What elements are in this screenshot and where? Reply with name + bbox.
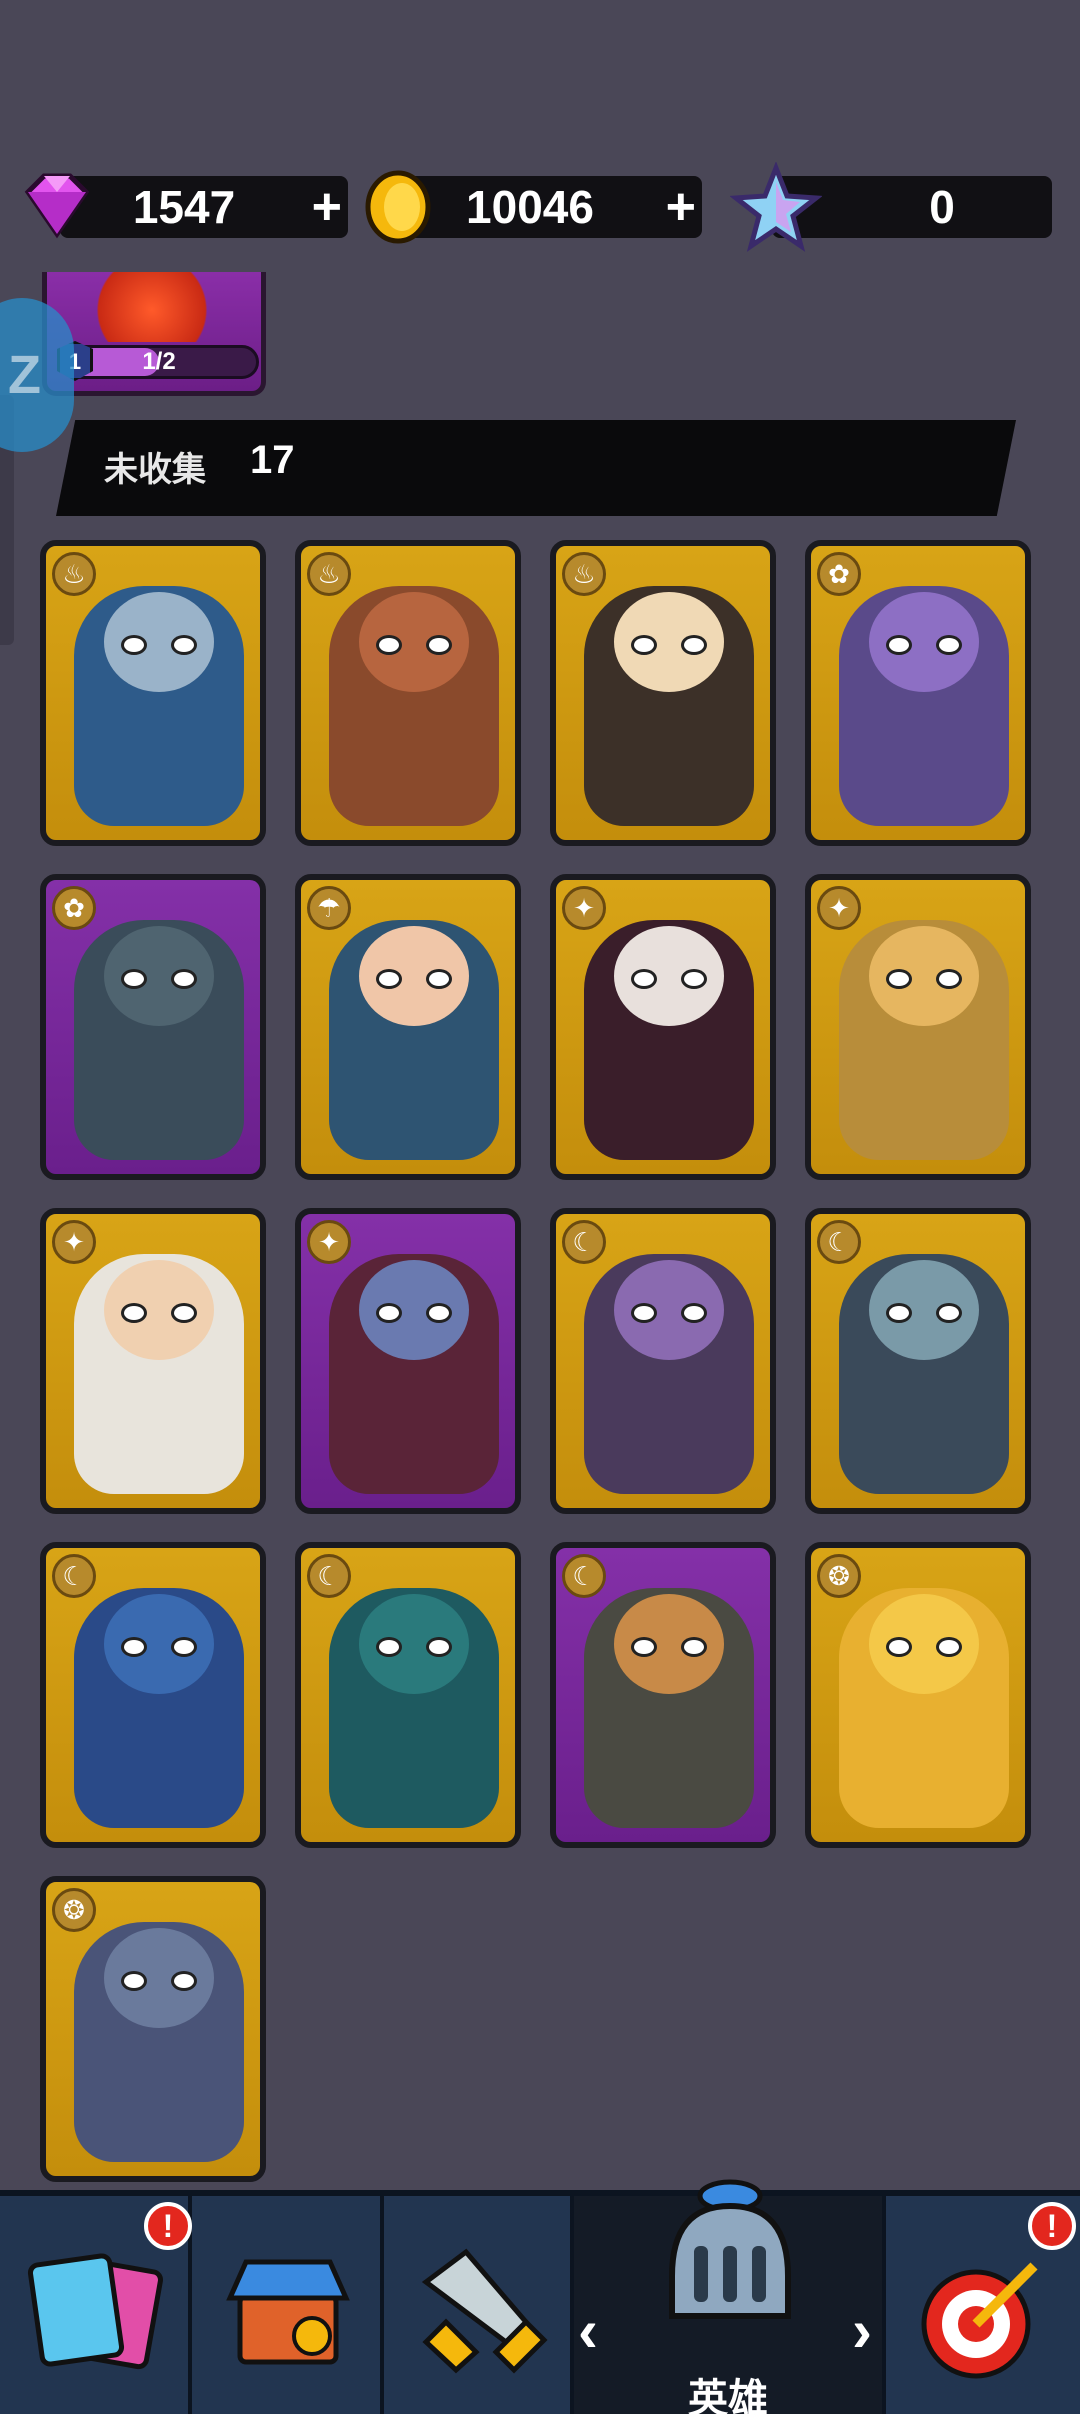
hero-eyes xyxy=(889,638,959,652)
hero-eyes xyxy=(379,1640,449,1654)
gem-counter: 1547 + xyxy=(60,176,348,238)
hero-eyes xyxy=(634,972,704,986)
hero-cthulhu-card[interactable]: ☾ xyxy=(40,1542,266,1848)
hero-minotaur-card[interactable]: ♨ xyxy=(295,540,521,846)
fire-class-icon: ♨ xyxy=(562,552,606,596)
notification-badge: ! xyxy=(1028,2202,1076,2250)
assistant-icon: Z xyxy=(8,345,41,405)
collected-hero-card[interactable]: 1/2 1 xyxy=(42,272,266,396)
target-icon xyxy=(921,2262,1038,2379)
nav-battle[interactable] xyxy=(384,2196,574,2414)
light-class-icon: ✦ xyxy=(52,1220,96,1264)
spirit-class-icon: ❂ xyxy=(52,1888,96,1932)
hero-dwarf-smith-card[interactable]: ☾ xyxy=(550,1542,776,1848)
dark-class-icon: ☾ xyxy=(562,1554,606,1598)
fire-class-icon: ♨ xyxy=(307,552,351,596)
hero-eyes xyxy=(889,1640,959,1654)
hero-portrait xyxy=(77,272,227,342)
shop-icon xyxy=(226,2259,350,2365)
hero-eyes xyxy=(124,972,194,986)
add-gems-button[interactable]: + xyxy=(312,176,342,238)
crossed-swords-icon xyxy=(421,2248,548,2374)
currency-bar: 1547 + 10046 + 0 xyxy=(0,162,1080,252)
hero-sage-card[interactable]: ☂ xyxy=(295,874,521,1180)
hero-eyes xyxy=(379,972,449,986)
nature-class-icon: ✿ xyxy=(52,886,96,930)
hero-eyes xyxy=(379,638,449,652)
water-class-icon: ☂ xyxy=(307,886,351,930)
coin-counter: 10046 + xyxy=(398,176,702,238)
hero-samurai-card[interactable]: ♨ xyxy=(550,540,776,846)
hero-eyes xyxy=(634,1306,704,1320)
hero-eyes xyxy=(889,1306,959,1320)
dark-class-icon: ☾ xyxy=(817,1220,861,1264)
hero-pharaoh-card[interactable]: ✦ xyxy=(40,1208,266,1514)
hero-lion-king-card[interactable]: ✦ xyxy=(805,874,1031,1180)
fire-class-icon: ♨ xyxy=(52,552,96,596)
hero-eyes xyxy=(379,1306,449,1320)
hero-stone-golem-card[interactable]: ❂ xyxy=(40,1876,266,2182)
hero-eyes xyxy=(124,638,194,652)
star-count: 0 xyxy=(929,181,955,233)
hero-eyes xyxy=(889,972,959,986)
notification-badge: ! xyxy=(144,2202,192,2250)
hero-eyes xyxy=(124,1306,194,1320)
light-class-icon: ✦ xyxy=(307,1220,351,1264)
hero-eyes xyxy=(124,1640,194,1654)
star-icon xyxy=(730,162,822,252)
nav-heroes-label: 英雄 xyxy=(688,2376,768,2414)
light-class-icon: ✦ xyxy=(562,886,606,930)
hero-demon-card[interactable]: ☾ xyxy=(550,1208,776,1514)
hero-dark-knight-card[interactable]: ☾ xyxy=(805,1208,1031,1514)
light-class-icon: ✦ xyxy=(817,886,861,930)
bottom-nav-bar: ! ‹ 英雄 › ! xyxy=(0,2179,1080,2414)
hero-honey-spirit-card[interactable]: ❂ xyxy=(805,1542,1031,1848)
dark-class-icon: ☾ xyxy=(52,1554,96,1598)
hero-shadow-wraith-card[interactable]: ☾ xyxy=(295,1542,521,1848)
hero-dragon-knight-card[interactable]: ✿ xyxy=(40,874,266,1180)
section-count: 17 xyxy=(250,438,295,482)
hero-vampire-card[interactable]: ✦ xyxy=(550,874,776,1180)
hero-eyes xyxy=(634,638,704,652)
hero-wolf-warrior-card[interactable]: ♨ xyxy=(40,540,266,846)
dark-class-icon: ☾ xyxy=(562,1220,606,1264)
hero-eyes xyxy=(124,1974,194,1988)
hero-sorcerer-card[interactable]: ✦ xyxy=(295,1208,521,1514)
nav-quests[interactable]: ! xyxy=(886,2196,1080,2414)
nav-shop[interactable] xyxy=(192,2196,384,2414)
nav-cards[interactable]: ! xyxy=(0,2196,192,2414)
nav-heroes[interactable]: ‹ 英雄 › xyxy=(574,2179,886,2414)
coin-count: 10046 xyxy=(466,181,594,233)
gem-icon xyxy=(24,173,90,239)
hero-beast-rider-card[interactable]: ✿ xyxy=(805,540,1031,846)
dark-class-icon: ☾ xyxy=(307,1554,351,1598)
helmet-icon xyxy=(669,2179,791,2319)
floating-assistant-button[interactable]: Z xyxy=(0,298,74,452)
spirit-class-icon: ❂ xyxy=(817,1554,861,1598)
section-label: 未收集 xyxy=(104,450,206,490)
cards-icon xyxy=(27,2253,163,2370)
nav-arrow-right[interactable]: › xyxy=(852,2296,872,2365)
coin-icon xyxy=(365,170,431,244)
hero-eyes xyxy=(634,1640,704,1654)
nature-class-icon: ✿ xyxy=(817,552,861,596)
nav-arrow-left[interactable]: ‹ xyxy=(578,2296,598,2365)
uncollected-section-header: 未收集 17 xyxy=(56,420,1016,516)
add-coins-button[interactable]: + xyxy=(666,176,696,238)
